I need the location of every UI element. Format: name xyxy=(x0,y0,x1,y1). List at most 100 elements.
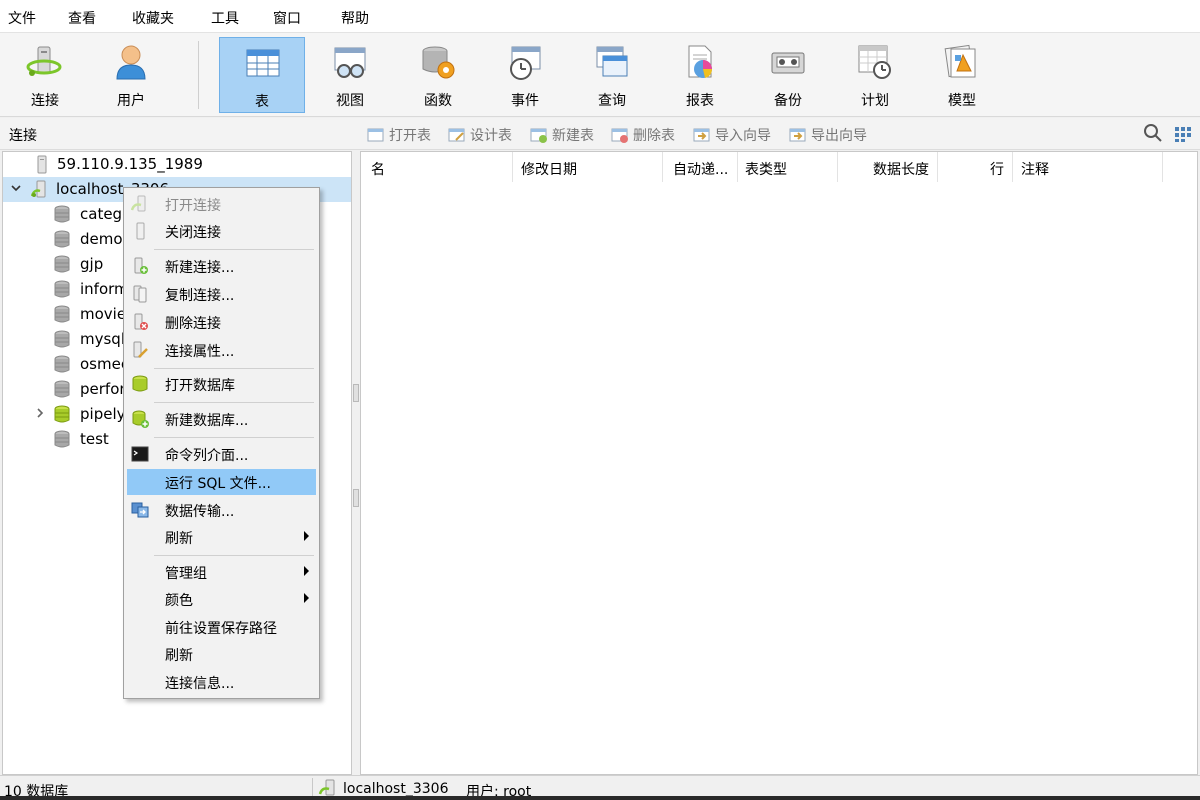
menu-item-open-database[interactable]: 打开数据库 xyxy=(127,371,316,397)
menu-item-copy-connection[interactable]: 复制连接... xyxy=(127,281,316,307)
toolbar-schedule-button[interactable]: 计划 xyxy=(832,37,918,113)
toolbar-connection-label: 连接 xyxy=(31,93,59,109)
view-icon xyxy=(334,47,366,78)
column-header-auto-increment[interactable]: 自动递... xyxy=(663,152,738,182)
menu-item-label: 前往设置保存路径 xyxy=(165,621,277,637)
delete-table-button[interactable]: 删除表 xyxy=(611,125,675,145)
menu-item-run-sql-file[interactable]: 运行 SQL 文件... xyxy=(127,469,316,495)
column-header-name[interactable]: 名 xyxy=(361,152,513,182)
import-wizard-button[interactable]: 导入向导 xyxy=(693,125,771,145)
toolbar-schedule-label: 计划 xyxy=(861,93,889,109)
menu-item-delete-connection[interactable]: 删除连接 xyxy=(127,309,316,335)
panel-splitter[interactable] xyxy=(352,151,360,775)
new-table-icon xyxy=(530,128,547,143)
column-header-table-type[interactable]: 表类型 xyxy=(738,152,838,182)
close-connection-icon xyxy=(136,222,145,240)
toolbar-view-label: 视图 xyxy=(336,93,364,109)
menu-separator xyxy=(154,402,314,403)
menu-favorites[interactable]: 收藏夹 xyxy=(132,8,174,28)
open-connection-icon xyxy=(131,195,146,212)
design-table-button[interactable]: 设计表 xyxy=(448,125,512,145)
menu-item-console[interactable]: 命令列介面... xyxy=(127,441,316,467)
toolbar-table-button[interactable]: 表 xyxy=(219,37,305,113)
import-wizard-label: 导入向导 xyxy=(715,128,771,144)
menu-window[interactable]: 窗口 xyxy=(273,8,301,28)
toolbar-user-label: 用户 xyxy=(117,93,145,109)
tree-connection-label: 59.110.9.135_1989 xyxy=(57,155,203,173)
query-icon xyxy=(596,46,628,77)
menu-view[interactable]: 查看 xyxy=(68,8,96,28)
menu-item-manage-group[interactable]: 管理组 xyxy=(127,559,316,585)
user-icon xyxy=(116,45,146,80)
menu-item-label: 删除连接 xyxy=(165,316,221,332)
submenu-arrow-icon xyxy=(304,531,309,541)
menu-item-close-connection[interactable]: 关闭连接 xyxy=(127,218,316,244)
tree-connection-remote[interactable]: 59.110.9.135_1989 xyxy=(3,152,351,177)
menu-item-new-database[interactable]: 新建数据库... xyxy=(127,406,316,432)
chevron-down-icon[interactable] xyxy=(9,181,23,195)
export-wizard-button[interactable]: 导出向导 xyxy=(789,125,867,145)
object-toolbar: 连接 打开表 设计表 新建表 删除表 导入向导 导出向导 xyxy=(0,118,1200,150)
grid-view-icon[interactable] xyxy=(1173,123,1195,143)
tree-database-label: pipely xyxy=(80,405,126,423)
toolbar-function-button[interactable]: 函数 xyxy=(395,37,481,113)
menu-item-connection-info[interactable]: 连接信息... xyxy=(127,669,316,695)
menu-item-label: 刷新 xyxy=(165,648,193,664)
column-header-rows[interactable]: 行 xyxy=(938,152,1013,182)
database-icon xyxy=(54,255,70,273)
toolbar-view-button[interactable]: 视图 xyxy=(307,37,393,113)
toolbar-connection-button[interactable]: 连接 xyxy=(2,37,88,113)
open-table-button[interactable]: 打开表 xyxy=(367,125,431,145)
toolbar-report-button[interactable]: 报表 xyxy=(657,37,743,113)
menu-item-label: 关闭连接 xyxy=(165,225,221,241)
new-table-button[interactable]: 新建表 xyxy=(530,125,594,145)
database-icon xyxy=(54,355,70,373)
import-wizard-icon xyxy=(693,128,710,142)
menu-item-data-transfer[interactable]: 数据传输... xyxy=(127,497,316,523)
column-header-comment[interactable]: 注释 xyxy=(1013,152,1163,182)
toolbar-event-button[interactable]: 事件 xyxy=(482,37,568,113)
toolbar-model-label: 模型 xyxy=(948,93,976,109)
console-icon xyxy=(131,446,149,462)
column-header-modified[interactable]: 修改日期 xyxy=(513,152,663,182)
toolbar-model-button[interactable]: 模型 xyxy=(919,37,1005,113)
open-database-icon xyxy=(132,375,148,392)
menu-tools[interactable]: 工具 xyxy=(211,8,239,28)
menu-item-refresh[interactable]: 刷新 xyxy=(127,641,316,667)
menu-help[interactable]: 帮助 xyxy=(341,8,369,28)
menu-item-color[interactable]: 颜色 xyxy=(127,586,316,612)
tree-database-label: inform xyxy=(80,280,129,298)
search-icon[interactable] xyxy=(1143,123,1163,143)
delete-connection-icon xyxy=(134,313,148,330)
new-table-label: 新建表 xyxy=(552,128,594,144)
menu-item-new-connection[interactable]: 新建连接... xyxy=(127,253,316,279)
menu-separator xyxy=(154,249,314,250)
splitter-grip[interactable] xyxy=(353,489,359,507)
menu-item-goto-save-path[interactable]: 前往设置保存路径 xyxy=(127,614,316,640)
splitter-grip[interactable] xyxy=(353,384,359,402)
chevron-right-icon[interactable] xyxy=(33,406,47,420)
database-open-icon xyxy=(54,405,70,423)
toolbar-table-label: 表 xyxy=(255,94,269,110)
column-header-data-length[interactable]: 数据长度 xyxy=(838,152,938,182)
menu-item-open-connection[interactable]: 打开连接 xyxy=(127,191,316,217)
database-icon xyxy=(54,280,70,298)
menu-separator xyxy=(154,555,314,556)
toolbar-report-label: 报表 xyxy=(686,93,714,109)
menu-item-connection-properties[interactable]: 连接属性... xyxy=(127,337,316,363)
menu-item-refresh-submenu[interactable]: 刷新 xyxy=(127,524,316,550)
menu-item-label: 连接属性... xyxy=(165,344,235,360)
status-separator xyxy=(312,778,313,798)
toolbar-user-button[interactable]: 用户 xyxy=(88,37,174,113)
connection-pane-title: 连接 xyxy=(9,128,37,144)
toolbar-query-button[interactable]: 查询 xyxy=(569,37,655,113)
submenu-arrow-icon xyxy=(304,593,309,603)
event-icon xyxy=(510,46,541,80)
toolbar-backup-button[interactable]: 备份 xyxy=(745,37,831,113)
menu-item-label: 新建连接... xyxy=(165,260,235,276)
context-menu: 打开连接 关闭连接 新建连接... 复制连接... 删除连接 连接属性... 打… xyxy=(123,187,320,699)
server-connected-icon xyxy=(318,779,335,796)
menu-item-label: 管理组 xyxy=(165,566,207,582)
export-wizard-icon xyxy=(789,128,806,142)
menu-file[interactable]: 文件 xyxy=(8,8,36,28)
